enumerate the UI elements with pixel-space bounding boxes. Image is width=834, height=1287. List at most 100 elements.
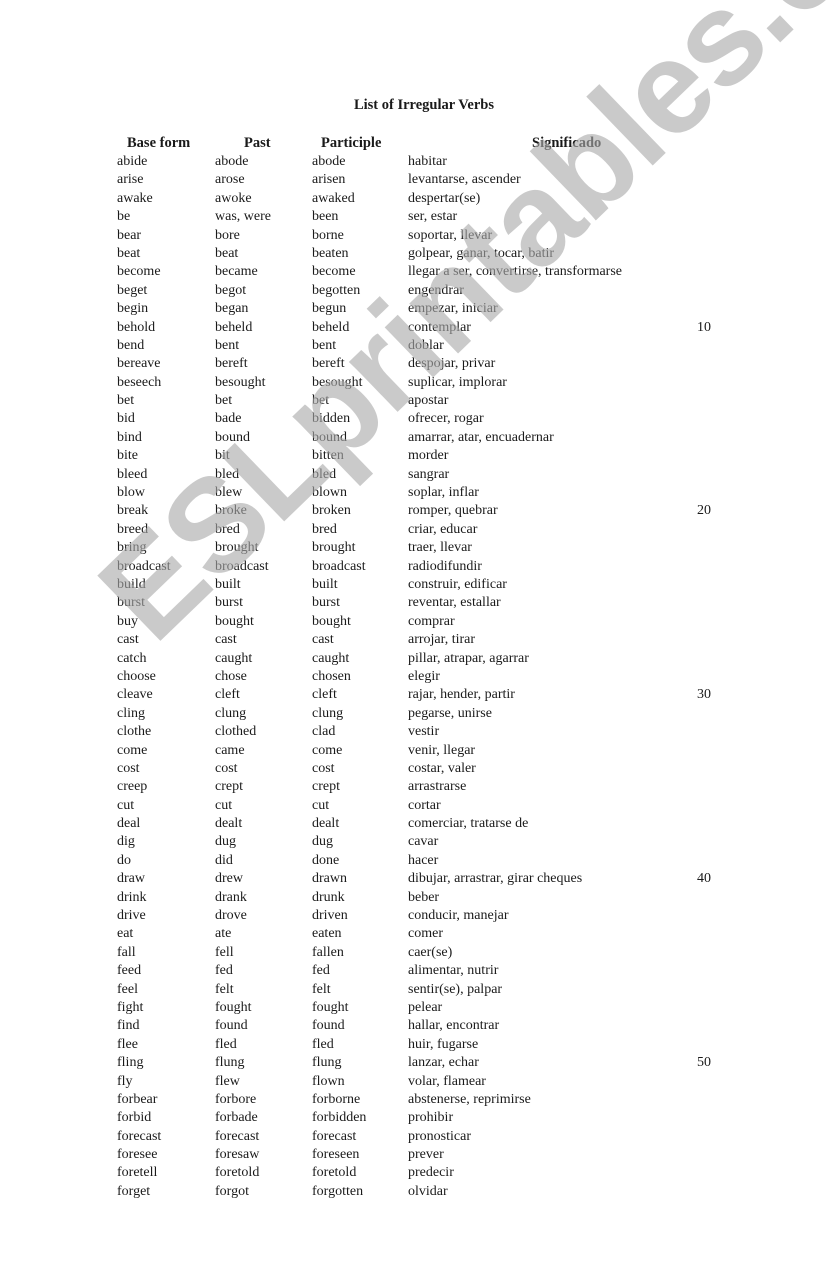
cell-significado: beber: [408, 889, 440, 905]
cell-participle: eaten: [312, 926, 342, 942]
cell-past: built: [215, 576, 241, 592]
cell-significado: criar, educar: [408, 521, 478, 537]
cell-past: besought: [215, 374, 266, 390]
table-row: cast cast cast arrojar, tirar: [0, 631, 834, 649]
cell-base-form: break: [117, 503, 149, 519]
cell-past: drank: [215, 889, 247, 905]
cell-participle: begun: [312, 301, 347, 317]
cell-base-form: eat: [117, 926, 134, 942]
table-row: bite bit bitten morder: [0, 447, 834, 465]
cell-participle: bidden: [312, 411, 351, 427]
cell-past: became: [215, 264, 258, 280]
cell-significado: elegir: [408, 668, 440, 684]
cell-participle: dealt: [312, 816, 340, 832]
cell-participle: foreseen: [312, 1147, 360, 1163]
cell-base-form: cleave: [117, 687, 153, 703]
cell-base-form: beat: [117, 245, 141, 261]
cell-past: cleft: [215, 687, 240, 703]
cell-participle: fought: [312, 999, 349, 1015]
cell-past: burst: [215, 595, 243, 611]
table-row: flee fled fled huir, fugarse: [0, 1036, 834, 1054]
cell-significado: despojar, privar: [408, 356, 496, 372]
table-row: bleed bled bled sangrar: [0, 466, 834, 484]
cell-base-form: burst: [117, 595, 145, 611]
cell-participle: bred: [312, 521, 337, 537]
cell-past: broadcast: [215, 558, 269, 574]
cell-past: forecast: [215, 1128, 260, 1144]
cell-significado: alimentar, nutrir: [408, 963, 499, 979]
cell-participle: arisen: [312, 172, 346, 188]
cell-significado: huir, fugarse: [408, 1036, 479, 1052]
cell-significado: romper, quebrar: [408, 503, 498, 519]
cell-base-form: arise: [117, 172, 144, 188]
cell-participle: borne: [312, 227, 344, 243]
table-row: catch caught caught pillar, atrapar, agarra…: [0, 650, 834, 668]
cell-participle: bitten: [312, 448, 344, 464]
cell-past: awoke: [215, 190, 252, 206]
cell-significado: ofrecer, rogar: [408, 411, 484, 427]
cell-base-form: cast: [117, 632, 139, 648]
cell-participle: bereft: [312, 356, 345, 372]
table-row: beseech besought besought suplicar, implora…: [0, 374, 834, 392]
cell-significado: caer(se): [408, 944, 453, 960]
cell-past: dug: [215, 834, 236, 850]
cell-participle: cut: [312, 797, 330, 813]
cell-past: abode: [215, 154, 249, 169]
cell-participle: fed: [312, 963, 330, 979]
cell-past: foretold: [215, 1165, 260, 1181]
table-row: cleave cleft cleft rajar, hender, partir 30: [0, 686, 834, 704]
cell-significado: lanzar, echar: [408, 1055, 479, 1071]
cell-base-form: buy: [117, 613, 138, 629]
cell-base-form: bereave: [117, 356, 161, 372]
cell-past: cost: [215, 760, 238, 776]
table-row: bet bet bet apostar: [0, 392, 834, 410]
cell-significado: arrastrarse: [408, 779, 467, 795]
cell-base-form: drink: [117, 889, 147, 905]
cell-participle: cost: [312, 760, 335, 776]
column-header-participle: Participle: [321, 135, 382, 151]
table-row: be was, were been ser, estar: [0, 208, 834, 226]
cell-base-form: abide: [117, 154, 148, 169]
cell-significado: prohibir: [408, 1110, 454, 1126]
cell-base-form: fling: [117, 1055, 144, 1071]
table-row: burst burst burst reventar, estallar: [0, 594, 834, 612]
cell-participle: broadcast: [312, 558, 366, 574]
table-row: beget begot begotten engendrar: [0, 282, 834, 300]
cell-participle: drunk: [312, 889, 345, 905]
cell-significado: contemplar: [408, 319, 471, 335]
cell-base-form: bleed: [117, 466, 148, 482]
column-header-base-form: Base form: [127, 135, 191, 151]
cell-past: clung: [215, 705, 247, 721]
cell-past: fought: [215, 999, 252, 1015]
table-row: beat beat beaten golpear, ganar, tocar, bat…: [0, 245, 834, 263]
cell-base-form: cling: [117, 705, 145, 721]
cell-base-form: dig: [117, 834, 135, 850]
cell-base-form: cost: [117, 760, 140, 776]
cell-participle: fled: [312, 1036, 334, 1052]
table-row: forbear forbore forborne abstenerse, reprim…: [0, 1091, 834, 1109]
table-row: bereave bereft bereft despojar, privar: [0, 355, 834, 373]
cell-base-form: beseech: [117, 374, 162, 390]
cell-base-form: draw: [117, 871, 145, 887]
cell-significado: abstenerse, reprimirse: [408, 1091, 531, 1107]
cell-significado: sentir(se), palpar: [408, 981, 503, 997]
table-row: dig dug dug cavar: [0, 833, 834, 851]
cell-participle: forgotten: [312, 1183, 364, 1199]
cell-significado: levantarse, ascender: [408, 172, 521, 188]
cell-significado: golpear, ganar, tocar, batir: [408, 245, 555, 261]
cell-participle: built: [312, 576, 338, 592]
cell-base-form: awake: [117, 190, 153, 206]
cell-significado: arrojar, tirar: [408, 632, 476, 648]
cell-base-form: fall: [117, 944, 136, 960]
cell-past: beheld: [215, 319, 253, 335]
cell-participle: cleft: [312, 687, 337, 703]
cell-participle: begotten: [312, 282, 361, 298]
cell-past: forbade: [215, 1110, 258, 1126]
cell-significado: comer: [408, 926, 443, 942]
cell-significado: llegar a ser, convertirse, transformarse: [408, 264, 623, 280]
cell-significado: ser, estar: [408, 209, 458, 225]
table-row: cut cut cut cortar: [0, 797, 834, 815]
cell-past: caught: [215, 650, 253, 666]
cell-base-form: find: [117, 1018, 140, 1034]
table-row: bear bore borne soportar, llevar: [0, 227, 834, 245]
